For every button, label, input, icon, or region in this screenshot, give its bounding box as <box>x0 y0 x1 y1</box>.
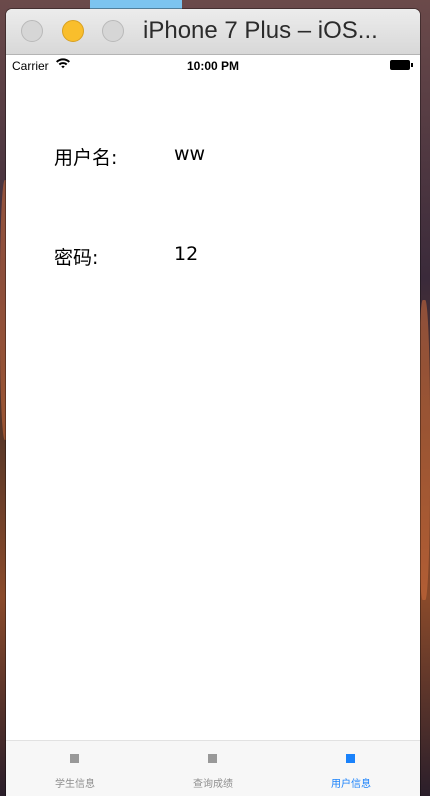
minimize-window-button[interactable] <box>62 20 84 42</box>
window-titlebar: iPhone 7 Plus – iOS... <box>6 9 420 55</box>
tab-placeholder-icon <box>346 754 355 763</box>
tab-query-grades[interactable]: 查询成绩 <box>144 741 282 796</box>
window-title: iPhone 7 Plus – iOS... <box>143 17 378 44</box>
tab-label: 查询成绩 <box>193 779 233 790</box>
password-label: 密码: <box>54 247 99 269</box>
phone-screen: Carrier 10:00 PM 用户名: ww 密码: 12 学生信息 查询成… <box>6 55 420 796</box>
battery-icon <box>390 60 414 70</box>
tab-user-info[interactable]: 用户信息 <box>282 741 420 796</box>
simulator-window: iPhone 7 Plus – iOS... Carrier 10:00 PM … <box>6 9 420 796</box>
tab-placeholder-icon <box>208 754 217 763</box>
password-value: 12 <box>174 243 199 265</box>
tab-label: 学生信息 <box>55 779 95 790</box>
tab-placeholder-icon <box>70 754 79 763</box>
username-value: ww <box>174 143 206 165</box>
status-time: 10:00 PM <box>186 59 240 73</box>
tab-label: 用户信息 <box>331 779 371 790</box>
close-window-button[interactable] <box>21 20 43 42</box>
tab-bar: 学生信息 查询成绩 用户信息 <box>6 740 420 796</box>
zoom-window-button[interactable] <box>102 20 124 42</box>
username-label: 用户名: <box>54 147 118 169</box>
tab-student-info[interactable]: 学生信息 <box>6 741 144 796</box>
status-bar: Carrier 10:00 PM <box>6 55 420 75</box>
